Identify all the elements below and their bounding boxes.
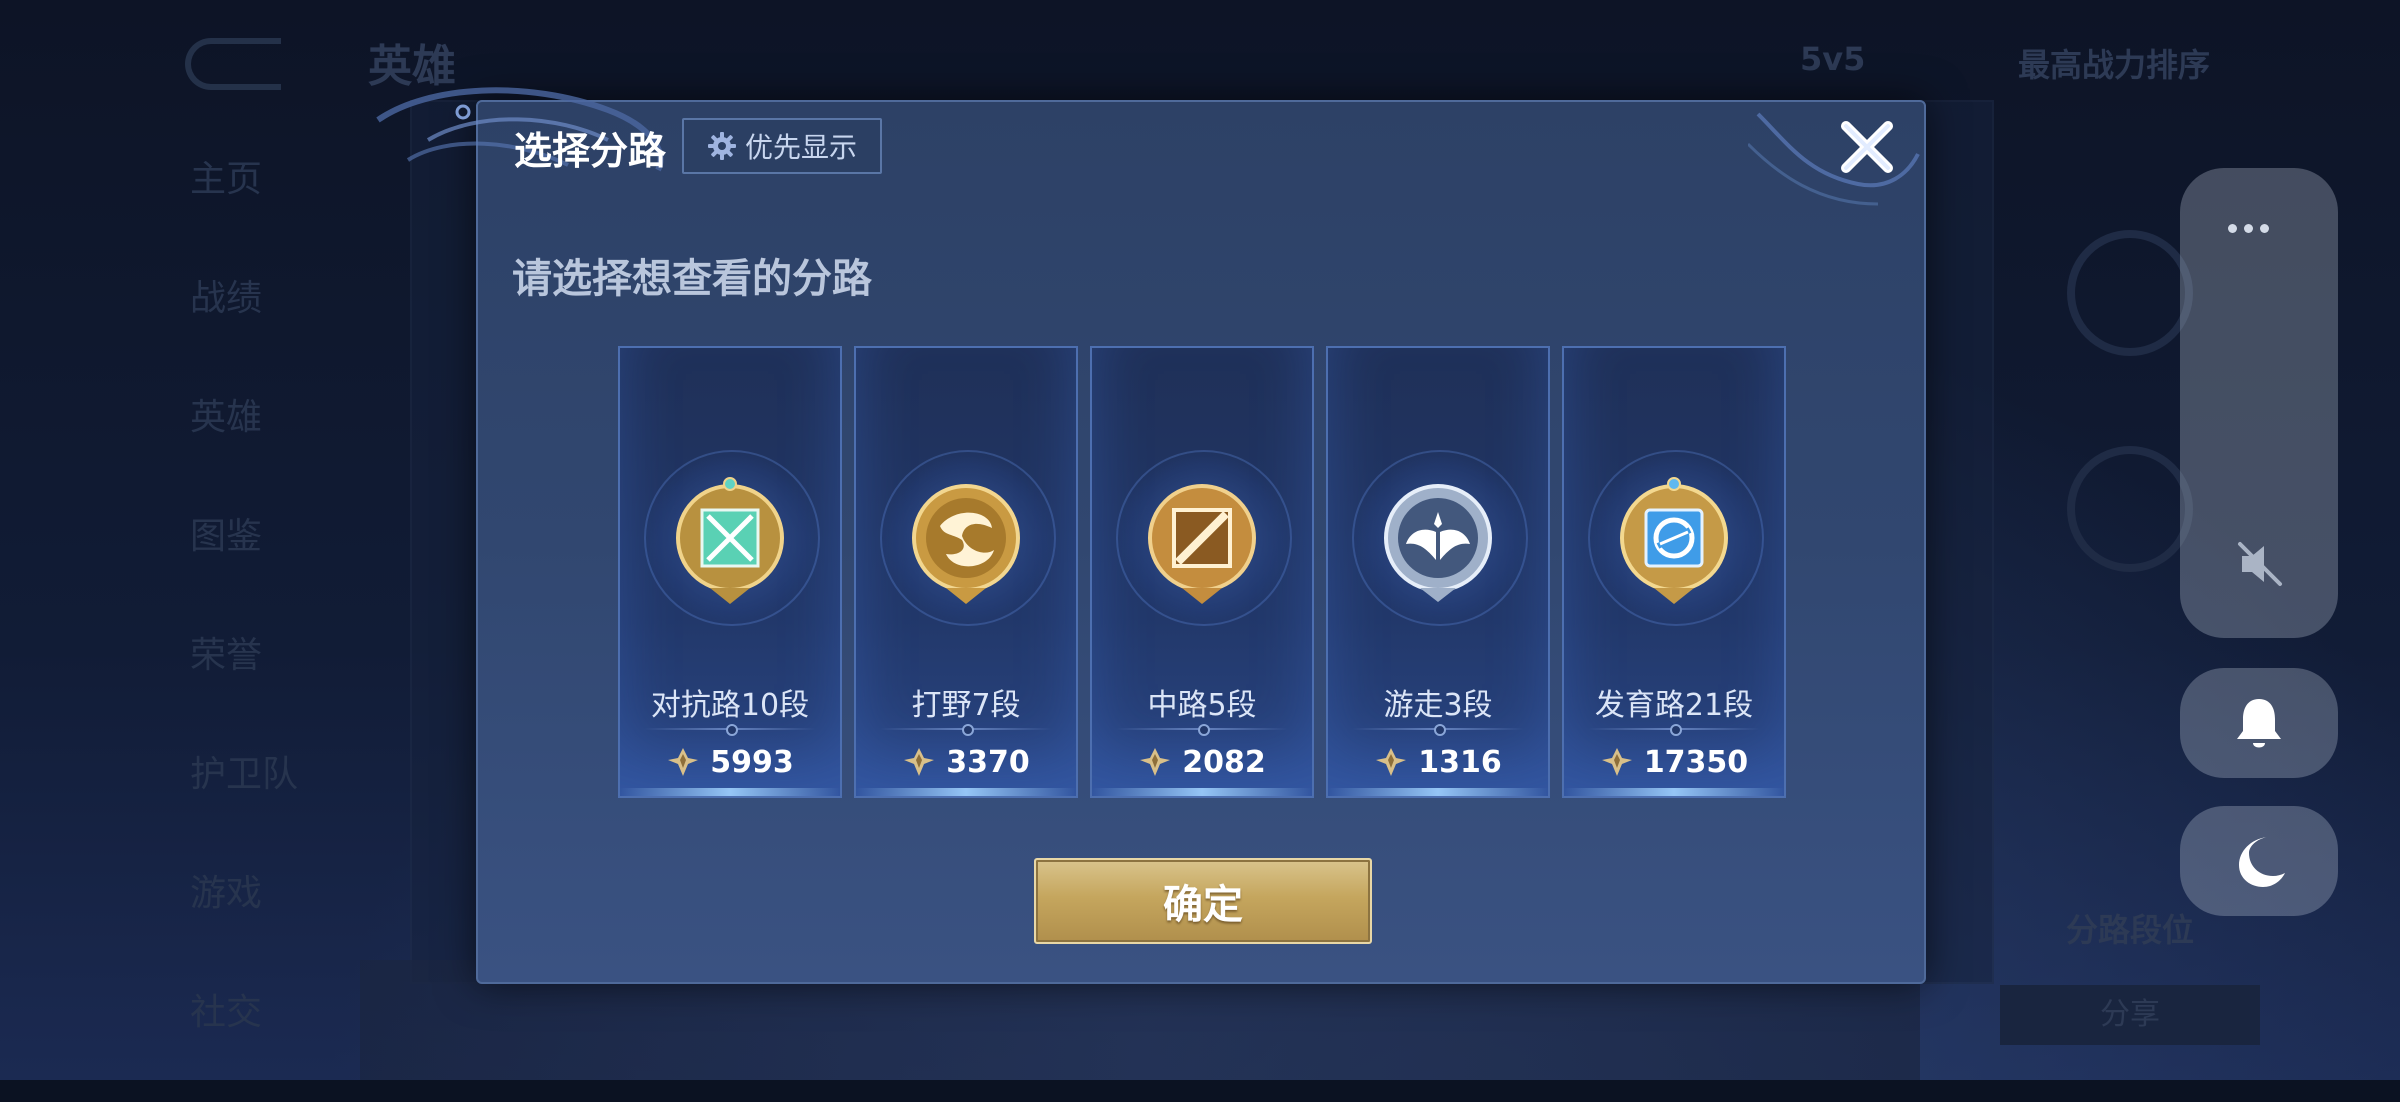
sidebar-item-guard[interactable]: 护卫队: [160, 745, 390, 864]
power-icon: [668, 748, 699, 776]
card-divider-dot: [1198, 724, 1210, 736]
mute-icon[interactable]: [2232, 536, 2288, 592]
lane-card-mid[interactable]: 中路5段 2082: [1090, 346, 1314, 798]
background-page-title: 英雄: [368, 41, 456, 92]
lane-score: 5993: [620, 742, 840, 782]
close-icon[interactable]: [1834, 114, 1900, 180]
sidebar-item-home[interactable]: 主页: [160, 150, 390, 269]
lane-score: 1316: [1328, 742, 1548, 782]
sidebar-item-game[interactable]: 游戏: [160, 864, 390, 983]
mid-lane-emblem-icon: [1148, 484, 1256, 604]
card-glow: [1328, 788, 1548, 796]
farm-lane-emblem-icon: [1620, 477, 1728, 604]
lane-label: 打野7段: [911, 688, 1021, 723]
lane-score: 17350: [1564, 742, 1784, 782]
mode-selector[interactable]: 5v5: [1800, 40, 1865, 78]
dialog-title: 选择分路: [514, 129, 667, 173]
sidebar-item-social[interactable]: 社交: [160, 983, 390, 1102]
roam-emblem-icon: [1384, 484, 1492, 602]
bell-icon: [2237, 699, 2281, 748]
priority-display-button[interactable]: 优先显示: [682, 118, 882, 174]
lane-score-value: 5993: [710, 744, 794, 780]
lane-score-value: 1316: [1418, 744, 1502, 780]
priority-display-label: 优先显示: [744, 131, 857, 164]
lane-score: 3370: [856, 742, 1076, 782]
bell-button[interactable]: [2180, 668, 2338, 778]
card-divider-dot: [1434, 724, 1446, 736]
back-icon[interactable]: [185, 38, 281, 90]
lane-card-jungle[interactable]: 打野7段 3370: [854, 346, 1078, 798]
lane-card-roam[interactable]: 游走3段 1316: [1326, 346, 1550, 798]
moon-button[interactable]: [2180, 806, 2338, 916]
sidebar-item-codex[interactable]: 图鉴: [160, 507, 390, 626]
card-divider-dot: [962, 724, 974, 736]
lane-card-list: 对抗路10段 5993 打野7段 3370 中路5段 2082 游走3段 131…: [618, 346, 1788, 798]
card-glow: [856, 788, 1076, 796]
lane-score-value: 3370: [946, 744, 1030, 780]
power-icon: [904, 748, 935, 776]
power-icon: [1601, 748, 1632, 776]
lane-label: 游走3段: [1383, 688, 1493, 723]
card-divider-dot: [1670, 724, 1682, 736]
card-glow: [1564, 788, 1784, 796]
card-glow: [1092, 788, 1312, 796]
lane-card-farm[interactable]: 发育路21段 17350: [1562, 346, 1786, 798]
card-divider-dot: [726, 724, 738, 736]
lane-label: 发育路21段: [1594, 688, 1754, 723]
sidebar-item-hero[interactable]: 英雄: [160, 388, 390, 507]
select-lane-dialog: 选择分路 优先显示 请选择想查看的分路 对抗路10段 5993 打野7段 337…: [376, 87, 1926, 984]
lane-label: 对抗路10段: [650, 688, 810, 723]
lane-score: 2082: [1092, 742, 1312, 782]
clash-lane-emblem-icon: [676, 477, 784, 604]
lane-label: 中路5段: [1147, 688, 1257, 723]
system-floating-panel: [2180, 168, 2338, 638]
background-emblem-icon: [2067, 446, 2193, 572]
moon-icon: [2239, 837, 2285, 887]
gear-icon: [707, 132, 736, 160]
confirm-button-label: 确定: [1163, 882, 1243, 928]
sidebar-item-honor[interactable]: 荣誉: [160, 626, 390, 745]
lane-card-clash[interactable]: 对抗路10段 5993: [618, 346, 842, 798]
power-icon: [1376, 748, 1407, 776]
share-button[interactable]: 分享: [2000, 985, 2260, 1045]
jungle-emblem-icon: [912, 484, 1020, 604]
dialog-subtitle: 请选择想查看的分路: [512, 256, 872, 302]
card-glow: [620, 788, 840, 796]
more-dots-icon[interactable]: [2228, 218, 2288, 233]
power-icon: [1140, 748, 1171, 776]
confirm-button[interactable]: 确定: [1034, 858, 1372, 944]
background-sidebar: 主页 战绩 英雄 图鉴 荣誉 护卫队 游戏 社交: [160, 150, 390, 1102]
sidebar-item-record[interactable]: 战绩: [160, 269, 390, 388]
sort-selector[interactable]: 最高战力排序: [2018, 40, 2210, 86]
lane-score-value: 2082: [1182, 744, 1266, 780]
lane-score-value: 17350: [1643, 744, 1749, 780]
background-emblem-icon: [2067, 230, 2193, 356]
